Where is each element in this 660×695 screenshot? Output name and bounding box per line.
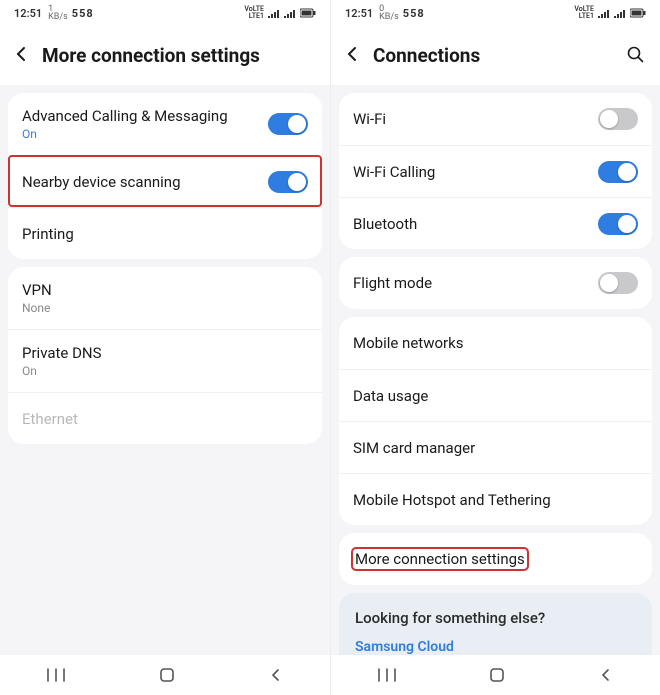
- status-extra: 558: [403, 7, 425, 20]
- row-mobile-hotspot[interactable]: Mobile Hotspot and Tethering: [339, 473, 652, 525]
- row-title: Data usage: [353, 387, 428, 405]
- row-mobile-networks[interactable]: Mobile networks: [339, 317, 652, 369]
- row-title: Nearby device scanning: [22, 173, 181, 191]
- settings-group: More connection settings: [339, 533, 652, 585]
- nav-recents[interactable]: [47, 668, 65, 682]
- row-subtitle: On: [22, 364, 102, 378]
- settings-group: Wi-Fi Wi-Fi Calling Bluetooth: [339, 93, 652, 249]
- back-icon: [269, 668, 283, 682]
- toggle-bluetooth[interactable]: [598, 213, 638, 235]
- row-title: Ethernet: [22, 410, 78, 428]
- row-title: Advanced Calling & Messaging: [22, 107, 228, 125]
- row-title: Flight mode: [353, 274, 432, 292]
- row-title: VPN: [22, 281, 52, 299]
- status-time: 12:51: [345, 7, 373, 20]
- settings-group: Mobile networks Data usage SIM card mana…: [339, 317, 652, 525]
- suggestion-link-samsung-cloud[interactable]: Samsung Cloud: [355, 639, 636, 655]
- settings-group: Flight mode: [339, 257, 652, 309]
- toggle-wifi-calling[interactable]: [598, 161, 638, 183]
- toggle-nearby-device-scanning[interactable]: [268, 171, 308, 193]
- toggle-wifi[interactable]: [598, 108, 638, 130]
- back-icon: [599, 668, 613, 682]
- row-vpn[interactable]: VPN None: [8, 267, 322, 329]
- row-data-usage[interactable]: Data usage: [339, 369, 652, 421]
- row-wifi[interactable]: Wi-Fi: [339, 93, 652, 145]
- toggle-flight-mode[interactable]: [598, 272, 638, 294]
- status-extra: 558: [72, 7, 94, 20]
- recents-icon: [47, 668, 65, 682]
- status-bar: 12:51 1KB/s 558 VoLTELTE1: [0, 0, 330, 26]
- row-nearby-device-scanning[interactable]: Nearby device scanning: [8, 155, 322, 207]
- page-title: More connection settings: [42, 44, 316, 67]
- status-icons: VoLTELTE1: [574, 6, 646, 20]
- row-bluetooth[interactable]: Bluetooth: [339, 197, 652, 249]
- row-advanced-calling[interactable]: Advanced Calling & Messaging On: [8, 93, 322, 155]
- row-title: More connection settings: [353, 549, 527, 569]
- row-subtitle: On: [22, 127, 228, 141]
- page-title: Connections: [373, 44, 614, 67]
- chevron-left-icon: [14, 46, 30, 62]
- toggle-advanced-calling[interactable]: [268, 113, 308, 135]
- recents-icon: [378, 668, 396, 682]
- row-title: Wi-Fi Calling: [353, 163, 435, 181]
- screen-header: Connections: [331, 26, 660, 85]
- nav-bar: [0, 655, 330, 695]
- back-button[interactable]: [343, 46, 363, 66]
- row-title: Mobile Hotspot and Tethering: [353, 491, 551, 509]
- status-icons: VoLTELTE1: [244, 6, 316, 20]
- home-icon: [489, 667, 505, 683]
- back-button[interactable]: [12, 46, 32, 66]
- settings-group: Advanced Calling & Messaging On Nearby d…: [8, 93, 322, 259]
- signal-icon: [598, 8, 610, 18]
- nav-back[interactable]: [599, 668, 613, 682]
- screen-header: More connection settings: [0, 26, 330, 85]
- nav-recents[interactable]: [378, 668, 396, 682]
- nav-home[interactable]: [159, 667, 175, 683]
- search-icon: [626, 45, 644, 63]
- row-ethernet: Ethernet: [8, 392, 322, 444]
- battery-icon: [630, 8, 646, 18]
- signal-icon: [268, 8, 280, 18]
- row-more-connection-settings[interactable]: More connection settings: [339, 533, 652, 585]
- nav-home[interactable]: [489, 667, 505, 683]
- row-title: Mobile networks: [353, 334, 463, 352]
- chevron-left-icon: [345, 46, 361, 62]
- signal-icon-2: [284, 8, 296, 18]
- row-title: Wi-Fi: [353, 110, 386, 128]
- nav-back[interactable]: [269, 668, 283, 682]
- row-sim-card-manager[interactable]: SIM card manager: [339, 421, 652, 473]
- row-wifi-calling[interactable]: Wi-Fi Calling: [339, 145, 652, 197]
- nav-bar: [331, 655, 660, 695]
- suggestion-card: Looking for something else? Samsung Clou…: [339, 593, 652, 655]
- search-button[interactable]: [624, 45, 646, 67]
- row-title: Bluetooth: [353, 215, 417, 233]
- home-icon: [159, 667, 175, 683]
- suggestion-heading: Looking for something else?: [355, 609, 636, 627]
- row-subtitle: None: [22, 301, 52, 315]
- battery-icon: [300, 8, 316, 18]
- phone-right: 12:51 0KB/s 558 VoLTELTE1 Connections Wi…: [330, 0, 660, 695]
- row-printing[interactable]: Printing: [8, 207, 322, 259]
- row-flight-mode[interactable]: Flight mode: [339, 257, 652, 309]
- settings-group: VPN None Private DNS On Ethernet: [8, 267, 322, 444]
- row-title: Printing: [22, 225, 74, 243]
- row-title: SIM card manager: [353, 439, 475, 457]
- status-time: 12:51: [14, 7, 42, 20]
- phone-left: 12:51 1KB/s 558 VoLTELTE1 More connectio…: [0, 0, 330, 695]
- status-bar: 12:51 0KB/s 558 VoLTELTE1: [331, 0, 660, 26]
- row-title: Private DNS: [22, 344, 102, 362]
- signal-icon-2: [614, 8, 626, 18]
- row-private-dns[interactable]: Private DNS On: [8, 329, 322, 392]
